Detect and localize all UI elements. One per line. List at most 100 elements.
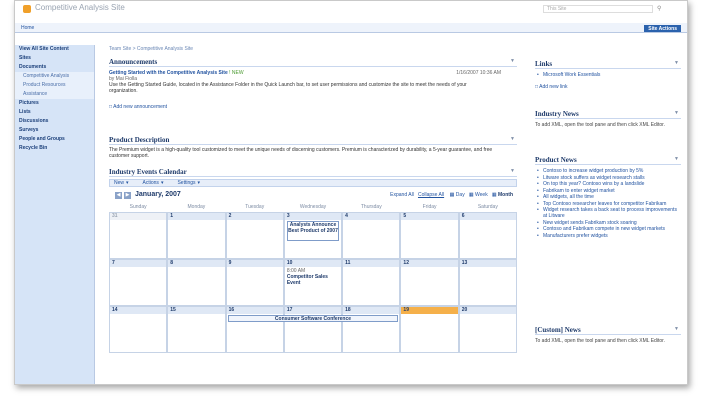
calendar-day-cell[interactable]: 14 [109,306,168,353]
calendar-day-cell[interactable]: 19 [400,306,459,353]
day-of-week-label: Wednesday [299,204,327,210]
quick-launch-item[interactable]: Documents [15,63,94,72]
calendar-day-number[interactable]: 14 [110,307,167,314]
calendar-day-cell[interactable]: 2 [225,212,284,259]
quick-launch-item[interactable]: Recycle Bin [15,144,94,153]
quick-launch-item[interactable]: Product Resources [15,81,94,90]
calendar-day-number[interactable]: 5 [401,213,458,220]
prev-month-icon[interactable]: ◀ [115,192,122,199]
calendar-day-number[interactable]: 4 [343,213,400,220]
chevron-down-icon[interactable]: ▼ [674,325,679,335]
calendar-day-number[interactable]: 12 [401,260,458,267]
calendar-day-number[interactable]: 1 [168,213,225,220]
calendar-day-cell[interactable]: 15 [167,306,226,353]
quick-launch-item[interactable]: Discussions [15,117,94,126]
calendar-event[interactable]: Analysts Announce Best Product of 2007 [286,221,340,241]
calendar-toolbar-menu[interactable]: Actions [143,180,159,186]
news-item[interactable]: Manufacturers prefer widgets [535,233,681,239]
quick-launch-item[interactable]: Sites [15,54,94,63]
announcement-body: Use the Getting Started Guide, located i… [109,82,467,94]
calendar-day-number[interactable]: 3 [284,213,342,220]
news-item[interactable]: On top this year? Contoso wins by a land… [535,181,681,187]
news-item[interactable]: Contoso to increase widget production by… [535,168,681,174]
calendar-day-number[interactable]: 16 [226,307,283,314]
breadcrumb[interactable]: Team Site > Competitive Analysis Site [109,46,193,52]
news-item[interactable]: All widgets, all the time [535,194,681,200]
announcements-title: Announcements ▼ [109,57,517,67]
search-input[interactable]: This Site [543,5,653,13]
add-announcement-link[interactable]: □ Add new announcement [109,104,517,110]
collapse-all-link[interactable]: Collapse All [418,192,444,198]
calendar-day-cell[interactable]: 17 [283,306,343,353]
view-week[interactable]: Week [475,192,488,198]
product-news-title-text: Product News [535,156,577,164]
news-item[interactable]: Fabrikam to enter widget market [535,188,681,194]
calendar-event[interactable]: Competitor Sales Event [287,274,339,288]
news-item[interactable]: Widget research takes a back seat to pro… [535,207,681,219]
calendar-event[interactable]: Consumer Software Conference [227,315,399,322]
view-month[interactable]: Month [498,192,513,198]
quick-launch-item[interactable]: View All Site Content [15,45,94,54]
announcement-link[interactable]: Getting Started with the Competitive Ana… [109,70,228,76]
quick-launch-item[interactable]: Lists [15,108,94,117]
news-item[interactable]: Top Contoso researcher leaves for compet… [535,201,681,207]
chevron-down-icon[interactable]: ▼ [510,135,515,145]
calendar-day-cell[interactable]: 5 [400,212,459,259]
quick-launch-item[interactable]: People and Groups [15,135,94,144]
calendar-day-cell[interactable]: 12 [400,259,459,306]
calendar-header: ◀ ▶ January, 2007 Expand All Collapse Al… [109,190,517,204]
calendar-day-number[interactable]: 13 [459,260,516,267]
next-month-icon[interactable]: ▶ [124,192,131,199]
calendar-day-cell[interactable]: 16 [225,306,284,353]
chevron-down-icon[interactable]: ▼ [510,57,515,67]
chevron-down-icon[interactable]: ▼ [510,167,515,177]
chevron-down-icon[interactable]: ▼ [674,59,679,69]
calendar-day-cell[interactable]: 7 [109,259,168,306]
calendar-toolbar-menu[interactable]: New [114,180,124,186]
calendar-day-number[interactable]: 11 [343,260,400,267]
calendar-day-number[interactable]: 31 [110,213,167,220]
news-item[interactable]: New widget sends Fabrikam stock soaring [535,220,681,226]
news-item[interactable]: Litware stock suffers as widget research… [535,175,681,181]
chevron-down-icon[interactable]: ▼ [674,155,679,165]
search-icon[interactable]: ⚲ [657,5,665,13]
calendar-day-cell[interactable]: 13 [458,259,517,306]
calendar-title-text: Industry Events Calendar [109,168,187,176]
calendar-day-number[interactable]: 20 [459,307,516,314]
calendar-day-cell[interactable]: 31 [109,212,168,259]
tab-home[interactable]: Home [21,25,34,31]
quick-launch-item[interactable]: Pictures [15,99,94,108]
calendar-day-cell[interactable]: 1 [167,212,226,259]
add-link-link[interactable]: □ Add new link [535,84,681,90]
calendar-day-number[interactable]: 15 [168,307,225,314]
quick-launch-item[interactable]: Surveys [15,126,94,135]
calendar-day-cell[interactable]: 9 [225,259,284,306]
calendar-day-number[interactable]: 6 [459,213,516,220]
calendar-title: Industry Events Calendar ▼ [109,167,517,177]
chevron-down-icon[interactable]: ▼ [674,109,679,119]
calendar-day-cell[interactable]: 20 [458,306,517,353]
calendar-day-cell[interactable]: 6 [458,212,517,259]
calendar-toolbar-menu[interactable]: Settings [177,180,195,186]
calendar-day-number[interactable]: 19 [401,307,458,314]
expand-all-link[interactable]: Expand All [390,192,414,198]
calendar-day-cell[interactable]: 11 [342,259,401,306]
view-day[interactable]: Day [456,192,465,198]
calendar-day-number[interactable]: 10 [284,260,342,267]
link-item[interactable]: Microsoft Work Essentials [535,72,681,78]
calendar-day-number[interactable]: 17 [284,307,342,314]
calendar-day-number[interactable]: 18 [343,307,400,314]
quick-launch-item[interactable]: Assistance [15,90,94,99]
calendar-day-number[interactable]: 9 [226,260,283,267]
calendar-day-cell[interactable]: 18 [342,306,401,353]
custom-news-title: [Custom] News ▼ [535,325,681,335]
calendar-day-cell[interactable]: 4 [342,212,401,259]
links-title: Links ▼ [535,59,681,69]
calendar-day-number[interactable]: 2 [226,213,283,220]
quick-launch-item[interactable]: Competitive Analysis [15,72,94,81]
calendar-day-cell[interactable]: 8 [167,259,226,306]
calendar-day-number[interactable]: 8 [168,260,225,267]
news-item[interactable]: Contoso and Fabrikam compete in new widg… [535,226,681,232]
calendar-day-number[interactable]: 7 [110,260,167,267]
site-actions-button[interactable]: Site Actions [644,25,681,32]
